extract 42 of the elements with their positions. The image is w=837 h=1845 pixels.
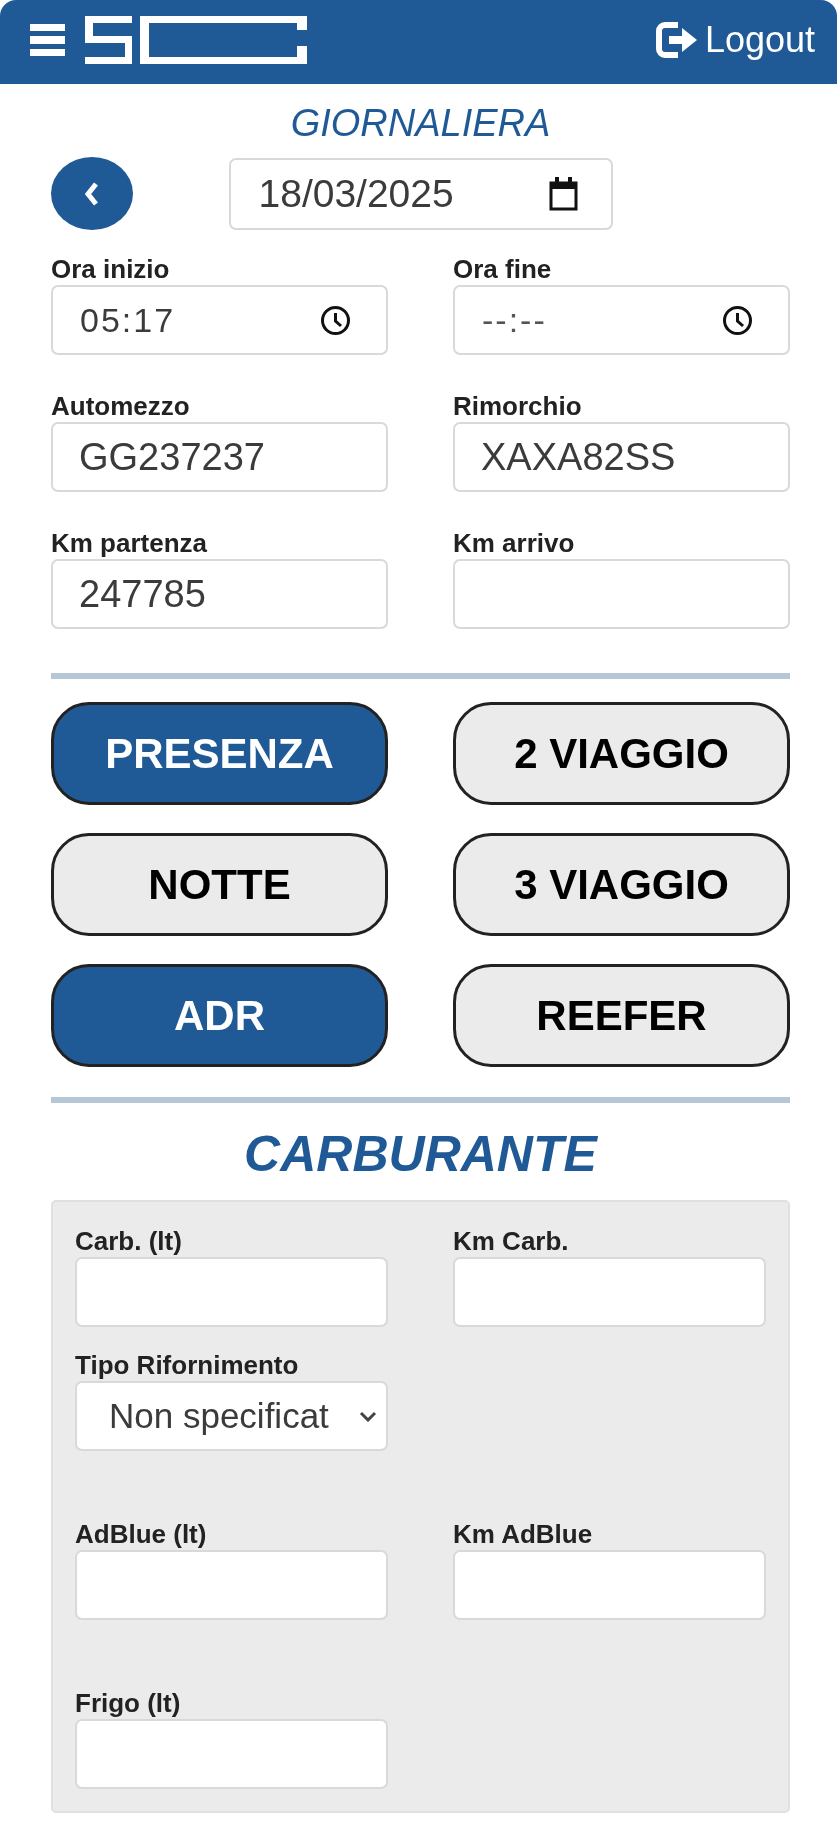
text-field[interactable]: [75, 1550, 388, 1620]
field-label: Km arrivo: [453, 528, 576, 558]
toggle-button[interactable]: NOTTE: [51, 833, 388, 936]
text-field[interactable]: [453, 1550, 766, 1620]
text-field[interactable]: [75, 1719, 388, 1789]
page-title: GIORNALIERA: [289, 101, 552, 145]
date-field[interactable]: 18/03/2025: [228, 157, 613, 230]
field-label: Automezzo: [51, 391, 191, 421]
field-label: Km Carb.: [453, 1226, 570, 1256]
text-field[interactable]: [453, 559, 790, 629]
calendar-icon: [548, 176, 578, 211]
field-label: Km AdBlue: [453, 1519, 594, 1549]
toggle-button[interactable]: REEFER: [453, 964, 790, 1067]
field-label: Ora inizio: [51, 254, 171, 284]
toggle-button[interactable]: ADR: [51, 964, 388, 1067]
caret-icon: [358, 1410, 378, 1422]
text-field[interactable]: XAXA82SS: [453, 422, 790, 492]
time-field[interactable]: 05:17: [51, 285, 388, 355]
text-field[interactable]: 247785: [51, 559, 388, 629]
field-label: Km partenza: [51, 528, 209, 558]
text-field[interactable]: [453, 1257, 766, 1327]
logout-button[interactable]: Logout: [655, 20, 815, 60]
text-field[interactable]: [75, 1257, 388, 1327]
section-title: CARBURANTE: [243, 1125, 599, 1183]
text-field[interactable]: GG237237: [51, 422, 388, 492]
clock-icon: [722, 304, 753, 336]
toggle-button[interactable]: PRESENZA: [51, 702, 388, 805]
field-label: Rimorchio: [453, 391, 583, 421]
field-label: Frigo (lt): [75, 1688, 182, 1718]
menu-icon[interactable]: [30, 24, 65, 56]
field-label: Carb. (lt): [75, 1226, 183, 1256]
toggle-button[interactable]: 2 VIAGGIO: [453, 702, 790, 805]
chevron-left-icon: [84, 180, 100, 207]
field-label: Tipo Rifornimento: [75, 1350, 300, 1380]
field-label: Ora fine: [453, 254, 553, 284]
clock-icon: [320, 304, 351, 336]
logo-icon: [85, 16, 307, 64]
dropdown[interactable]: Non specificat: [75, 1381, 388, 1451]
field-label: AdBlue (lt): [75, 1519, 208, 1549]
logout-icon: [655, 22, 698, 58]
time-field[interactable]: --:--: [453, 285, 790, 355]
toggle-button[interactable]: 3 VIAGGIO: [453, 833, 790, 936]
